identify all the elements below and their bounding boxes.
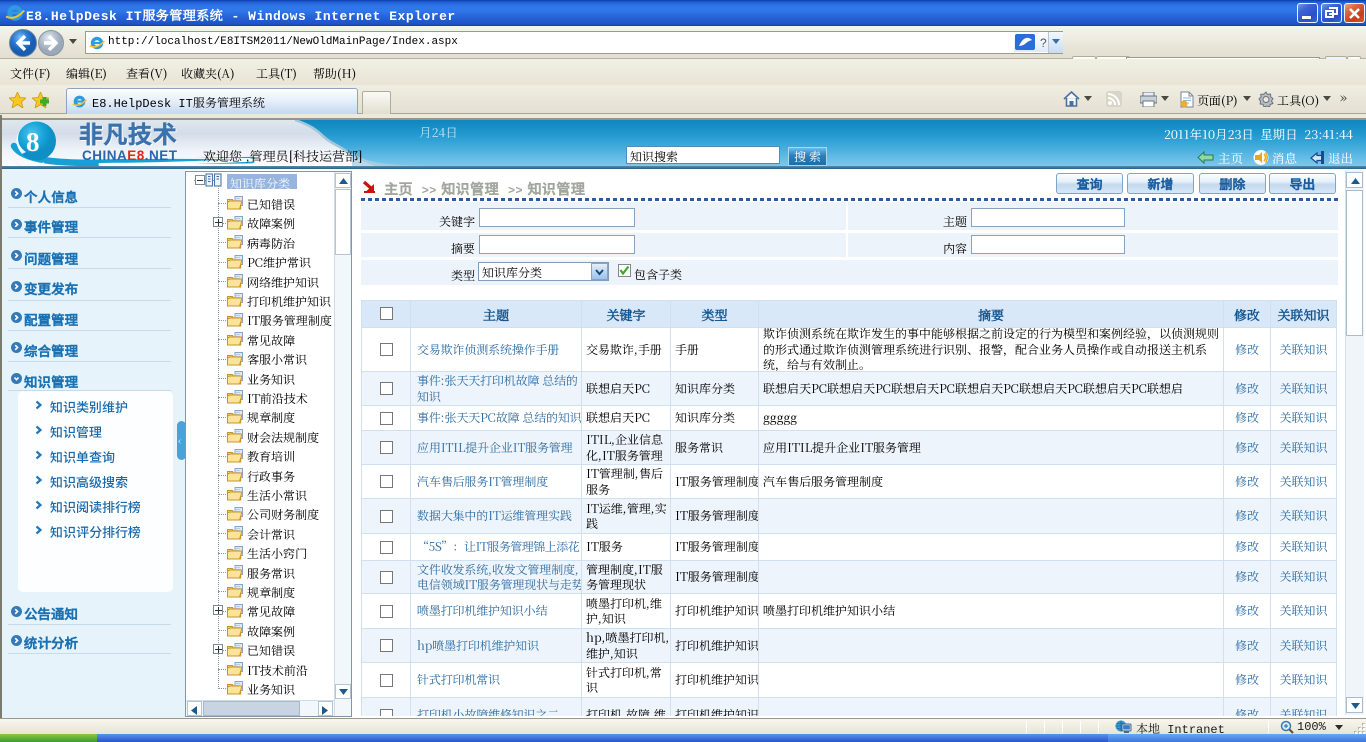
svg-text:?: ? (1040, 34, 1047, 51)
svg-text:8: 8 (26, 127, 40, 157)
